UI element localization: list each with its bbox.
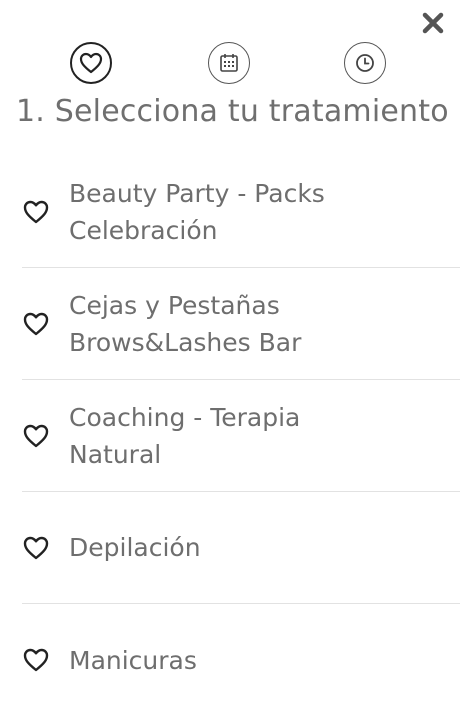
treatment-label: Cejas y Pestañas Brows&Lashes Bar (69, 287, 369, 361)
step-date[interactable] (208, 42, 250, 84)
treatment-item-cejas-pestanas[interactable]: Cejas y Pestañas Brows&Lashes Bar (22, 268, 460, 380)
treatment-label-line2: Natural (69, 439, 162, 469)
clock-icon (356, 54, 374, 72)
treatment-label-line1: Coaching - Terapia (69, 402, 301, 432)
heart-icon (79, 52, 103, 74)
treatment-label-line1: Beauty Party - Packs (69, 178, 325, 208)
step-time[interactable] (344, 42, 386, 84)
close-button[interactable] (420, 10, 446, 36)
treatment-label: Manicuras (69, 645, 197, 675)
treatment-label: Depilación (69, 533, 201, 562)
treatment-label: Beauty Party - Packs Celebración (69, 175, 369, 249)
treatment-label-line2: Celebración (69, 215, 218, 245)
heart-outline-icon (23, 200, 49, 223)
treatment-item-depilacion[interactable]: Depilación (22, 492, 460, 604)
heart-outline-icon (23, 312, 49, 335)
treatment-item-manicuras[interactable]: Manicuras (22, 604, 460, 716)
step-treatment[interactable] (70, 42, 112, 84)
heart-outline-icon (23, 424, 49, 447)
treatment-item-coaching[interactable]: Coaching - Terapia Natural (22, 380, 460, 492)
calendar-icon (220, 54, 238, 72)
treatment-label: Coaching - Terapia Natural (69, 399, 369, 473)
page-title: 1. Selecciona tu tratamiento (16, 94, 449, 129)
treatment-item-beauty-party[interactable]: Beauty Party - Packs Celebración (22, 156, 460, 268)
heart-outline-icon (23, 648, 49, 672)
treatment-list: Beauty Party - Packs Celebración Cejas y… (22, 156, 460, 716)
heart-outline-icon (23, 536, 49, 559)
booking-steps (0, 42, 460, 88)
close-icon (422, 12, 444, 34)
treatment-label-line2: Brows&Lashes Bar (69, 327, 302, 357)
treatment-label-line1: Cejas y Pestañas (69, 290, 280, 320)
